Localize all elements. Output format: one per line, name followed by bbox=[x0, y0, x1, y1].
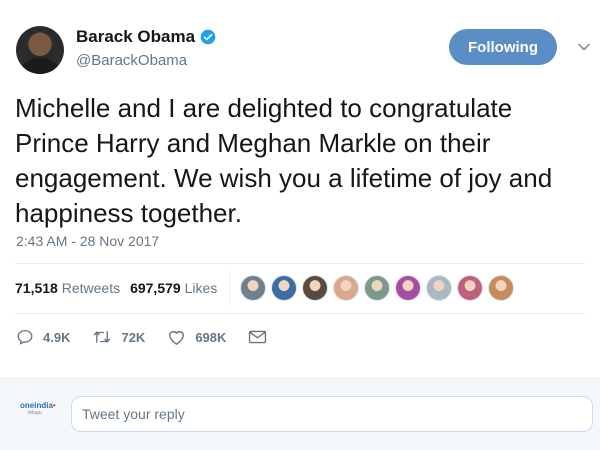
direct-message-button[interactable] bbox=[248, 329, 276, 345]
liker-avatar[interactable] bbox=[457, 275, 484, 301]
liker-avatar[interactable] bbox=[271, 275, 298, 301]
reply-input[interactable] bbox=[71, 396, 593, 432]
liker-avatar[interactable] bbox=[302, 275, 329, 301]
likes-stat[interactable]: 697,579 Likes bbox=[130, 280, 217, 296]
logo-text: oneindia bbox=[20, 401, 53, 410]
liker-avatar[interactable] bbox=[426, 275, 453, 301]
oneindia-logo: oneindia• telugu bbox=[20, 401, 58, 427]
logo-sub: telugu bbox=[28, 410, 42, 416]
retweet-button[interactable]: 72K bbox=[92, 328, 145, 346]
reply-button[interactable]: 4.9K bbox=[16, 328, 70, 346]
liker-avatar[interactable] bbox=[395, 275, 422, 301]
like-count: 698K bbox=[195, 329, 227, 345]
tweet-header: Barack Obama @BarackObama Following bbox=[0, 0, 600, 90]
reply-icon bbox=[17, 329, 33, 345]
retweet-icon bbox=[94, 331, 111, 343]
divider bbox=[15, 313, 585, 314]
retweets-count: 71,518 bbox=[15, 280, 58, 296]
likes-count: 697,579 bbox=[130, 280, 181, 296]
liker-avatar[interactable] bbox=[333, 275, 360, 301]
liker-avatar[interactable] bbox=[240, 275, 267, 301]
envelope-icon bbox=[249, 330, 267, 344]
reply-bar: oneindia• telugu bbox=[0, 378, 600, 450]
name-row: Barack Obama bbox=[76, 27, 216, 47]
liker-avatars bbox=[240, 275, 519, 301]
liker-avatar[interactable] bbox=[488, 275, 515, 301]
liker-avatar[interactable] bbox=[364, 275, 391, 301]
likes-label: Likes bbox=[184, 280, 218, 296]
following-button[interactable]: Following bbox=[449, 29, 557, 65]
tweet-timestamp[interactable]: 2:43 AM - 28 Nov 2017 bbox=[16, 233, 159, 249]
user-name[interactable]: Barack Obama bbox=[76, 27, 195, 47]
retweet-count: 72K bbox=[121, 329, 146, 345]
profile-avatar[interactable] bbox=[16, 26, 64, 74]
heart-icon bbox=[169, 330, 185, 345]
user-handle[interactable]: @BarackObama bbox=[76, 52, 187, 69]
tweet-actions: 4.9K 72K 698K bbox=[16, 328, 298, 346]
tweet-text: Michelle and I are delighted to congratu… bbox=[15, 93, 553, 228]
stats-separator bbox=[229, 270, 231, 306]
like-button[interactable]: 698K bbox=[167, 328, 226, 346]
retweets-label: Retweets bbox=[61, 280, 121, 296]
tweet-stats: 71,518 Retweets 697,579 Likes bbox=[15, 264, 585, 312]
verified-badge-icon bbox=[200, 29, 216, 45]
retweets-stat[interactable]: 71,518 Retweets bbox=[15, 280, 120, 296]
reply-count: 4.9K bbox=[43, 329, 71, 345]
chevron-down-icon[interactable] bbox=[577, 40, 591, 54]
